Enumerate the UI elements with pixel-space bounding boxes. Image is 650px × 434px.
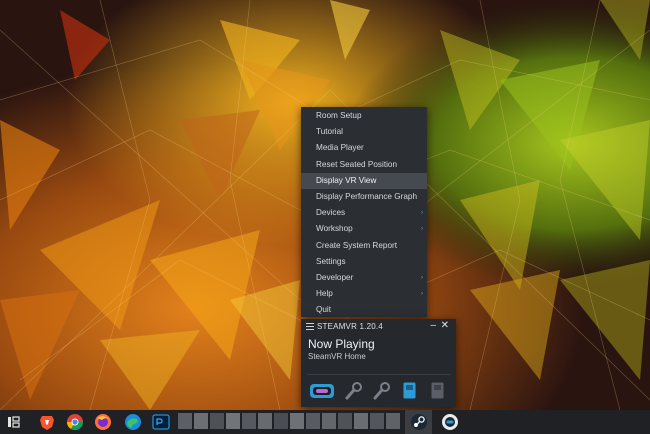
- window-titlebar[interactable]: STEAMVR 1.20.4 – ✕: [301, 319, 456, 335]
- menu-item-label: Display VR View: [316, 175, 377, 185]
- minimize-button[interactable]: –: [430, 320, 436, 331]
- menu-item-developer[interactable]: Developer ›: [301, 270, 427, 286]
- menu-item-workshop[interactable]: Workshop ›: [301, 221, 427, 237]
- task-view-icon[interactable]: [6, 413, 24, 431]
- menu-item-room-setup[interactable]: Room Setup: [301, 108, 427, 124]
- base-station-icon[interactable]: [431, 382, 444, 399]
- menu-item-label: Tutorial: [316, 127, 343, 137]
- menu-item-label: Settings: [316, 256, 346, 266]
- steam-icon[interactable]: [410, 413, 428, 431]
- steamvr-context-menu: Room Setup Tutorial Media Player Reset S…: [301, 107, 427, 317]
- chrome-icon[interactable]: [66, 413, 84, 431]
- menu-item-tutorial[interactable]: Tutorial: [301, 124, 427, 140]
- submenu-arrow-icon: ›: [421, 210, 423, 217]
- menu-item-display-vr-view[interactable]: Display VR View: [301, 172, 427, 189]
- menu-item-reset-seated-position[interactable]: Reset Seated Position: [301, 157, 427, 173]
- menu-item-label: Devices: [316, 208, 346, 218]
- edge-icon[interactable]: [124, 413, 142, 431]
- photoshop-icon[interactable]: [152, 413, 170, 431]
- controller-icon[interactable]: [345, 382, 363, 400]
- steamvr-icon[interactable]: [441, 413, 459, 431]
- menu-item-label: Quit: [316, 305, 332, 315]
- steamvr-status-window: STEAMVR 1.20.4 – ✕ Now Playing SteamVR H…: [301, 319, 456, 407]
- menu-item-label: Display Performance Graph: [316, 191, 418, 201]
- menu-item-media-player[interactable]: Media Player: [301, 140, 427, 156]
- submenu-arrow-icon: ›: [421, 274, 423, 281]
- menu-item-quit[interactable]: Quit: [301, 302, 427, 318]
- brave-icon[interactable]: [38, 413, 56, 431]
- menu-item-create-system-report[interactable]: Create System Report: [301, 238, 427, 254]
- divider: [307, 374, 450, 375]
- headset-icon[interactable]: [309, 383, 335, 399]
- menu-item-devices[interactable]: Devices ›: [301, 205, 427, 221]
- controller-icon[interactable]: [373, 382, 391, 400]
- status-app-name: SteamVR Home: [308, 352, 366, 361]
- menu-item-settings[interactable]: Settings: [301, 254, 427, 270]
- status-heading: Now Playing: [308, 337, 375, 351]
- base-station-icon[interactable]: [403, 382, 416, 399]
- menu-item-display-performance-graph[interactable]: Display Performance Graph: [301, 189, 427, 205]
- window-title: STEAMVR 1.20.4: [317, 322, 383, 331]
- menu-item-label: Reset Seated Position: [316, 159, 398, 169]
- menu-item-label: Help: [316, 289, 333, 299]
- desktop: Room Setup Tutorial Media Player Reset S…: [0, 0, 650, 410]
- menu-item-label: Room Setup: [316, 111, 362, 120]
- taskbar: [0, 410, 650, 434]
- menu-item-label: Create System Report: [316, 240, 397, 250]
- submenu-arrow-icon: ›: [421, 291, 423, 298]
- submenu-arrow-icon: ›: [421, 226, 423, 233]
- close-button[interactable]: ✕: [441, 320, 449, 331]
- menu-item-help[interactable]: Help ›: [301, 286, 427, 302]
- firefox-icon[interactable]: [94, 413, 112, 431]
- hamburger-menu-icon[interactable]: [306, 323, 314, 330]
- menu-item-label: Media Player: [316, 143, 364, 153]
- menu-item-label: Developer: [316, 272, 354, 282]
- menu-item-label: Workshop: [316, 224, 353, 234]
